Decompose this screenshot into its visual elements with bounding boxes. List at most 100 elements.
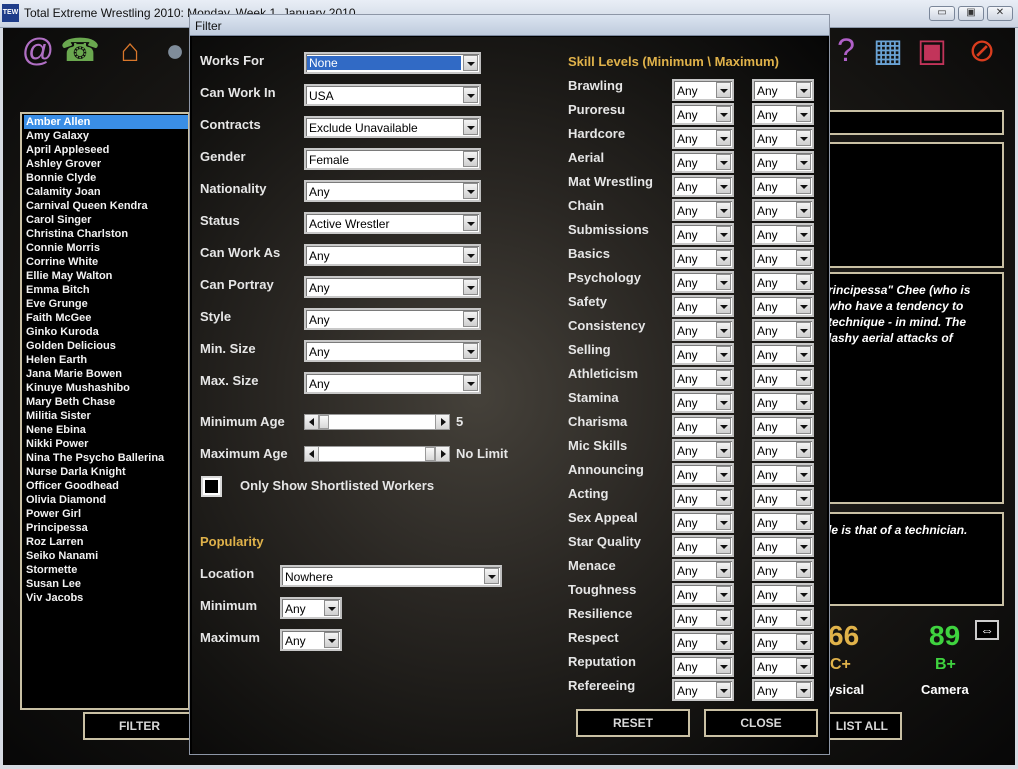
close-button[interactable]: CLOSE [704, 709, 818, 737]
worker-list-item[interactable]: Bonnie Clyde [24, 171, 188, 185]
worker-list-item[interactable]: Power Girl [24, 507, 188, 521]
person-icon[interactable]: ● [155, 30, 195, 70]
skill-min-select-star-quality[interactable]: Any [672, 535, 734, 557]
worker-list-item[interactable]: Seiko Nanami [24, 549, 188, 563]
skill-min-select-safety[interactable]: Any [672, 295, 734, 317]
worker-list-item[interactable]: Roz Larren [24, 535, 188, 549]
filter-button[interactable]: FILTER [83, 712, 196, 740]
skill-max-select-psychology[interactable]: Any [752, 271, 814, 293]
skill-min-select-announcing[interactable]: Any [672, 463, 734, 485]
can-work-as-select[interactable]: Any [304, 244, 481, 266]
skill-min-select-reputation[interactable]: Any [672, 655, 734, 677]
list-all-button[interactable]: LIST ALL [826, 712, 902, 740]
status-select[interactable]: Active Wrestler [304, 212, 481, 234]
worker-list-item[interactable]: Eve Grunge [24, 297, 188, 311]
worker-list-item[interactable]: Helen Earth [24, 353, 188, 367]
skill-max-select-menace[interactable]: Any [752, 559, 814, 581]
worker-list-item[interactable]: Ashley Grover [24, 157, 188, 171]
max-size-select[interactable]: Any [304, 372, 481, 394]
worker-list-item[interactable]: Corrine White [24, 255, 188, 269]
worker-list-item[interactable]: Carnival Queen Kendra [24, 199, 188, 213]
can-work-in-select[interactable]: USA [304, 84, 481, 106]
shortlist-checkbox[interactable] [201, 476, 222, 497]
skill-max-select-toughness[interactable]: Any [752, 583, 814, 605]
skill-max-select-acting[interactable]: Any [752, 487, 814, 509]
skill-max-select-safety[interactable]: Any [752, 295, 814, 317]
worker-list-item[interactable]: Faith McGee [24, 311, 188, 325]
pop-minimum-select[interactable]: Any [280, 597, 342, 619]
can-portray-select[interactable]: Any [304, 276, 481, 298]
worker-list-item[interactable]: Kinuye Mushashibo [24, 381, 188, 395]
skill-max-select-resilience[interactable]: Any [752, 607, 814, 629]
skill-max-select-submissions[interactable]: Any [752, 223, 814, 245]
min-age-slider-thumb[interactable] [319, 415, 329, 429]
worker-list-item[interactable]: Olivia Diamond [24, 493, 188, 507]
skill-min-select-hardcore[interactable]: Any [672, 127, 734, 149]
min-size-select[interactable]: Any [304, 340, 481, 362]
save-disk-icon[interactable]: ▦ [868, 30, 908, 70]
skill-min-select-submissions[interactable]: Any [672, 223, 734, 245]
stop-icon[interactable]: ⊘ [962, 30, 1002, 70]
skill-max-select-respect[interactable]: Any [752, 631, 814, 653]
worker-list-item[interactable]: Nene Ebina [24, 423, 188, 437]
worker-list[interactable]: Amber Allen Amy Galaxy April Appleseed Ashl… [20, 112, 190, 710]
skill-min-select-resilience[interactable]: Any [672, 607, 734, 629]
worker-list-item[interactable]: Emma Bitch [24, 283, 188, 297]
worker-list-item[interactable]: Connie Morris [24, 241, 188, 255]
skill-max-select-sex-appeal[interactable]: Any [752, 511, 814, 533]
worker-list-item[interactable]: Amber Allen [24, 115, 188, 129]
worker-list-item[interactable]: Jana Marie Bowen [24, 367, 188, 381]
skill-min-select-basics[interactable]: Any [672, 247, 734, 269]
worker-list-item[interactable]: Carol Singer [24, 213, 188, 227]
skill-min-select-athleticism[interactable]: Any [672, 367, 734, 389]
skill-max-select-selling[interactable]: Any [752, 343, 814, 365]
skill-min-select-aerial[interactable]: Any [672, 151, 734, 173]
contracts-select[interactable]: Exclude Unavailable [304, 116, 481, 138]
home-icon[interactable]: ⌂ [110, 30, 150, 70]
at-icon[interactable]: @ [18, 30, 58, 70]
skill-max-select-consistency[interactable]: Any [752, 319, 814, 341]
skill-max-select-chain[interactable]: Any [752, 199, 814, 221]
worker-list-item[interactable]: Nurse Darla Knight [24, 465, 188, 479]
skill-max-select-announcing[interactable]: Any [752, 463, 814, 485]
help-icon[interactable]: ? [826, 30, 866, 70]
worker-list-item[interactable]: Mary Beth Chase [24, 395, 188, 409]
works-for-select[interactable]: None [304, 52, 481, 74]
max-age-slider[interactable] [304, 446, 450, 462]
max-age-right-arrow-icon[interactable] [435, 447, 449, 461]
skill-min-select-puroresu[interactable]: Any [672, 103, 734, 125]
skill-max-select-athleticism[interactable]: Any [752, 367, 814, 389]
close-window-button[interactable]: ✕ [987, 6, 1013, 21]
skill-min-select-stamina[interactable]: Any [672, 391, 734, 413]
swap-icon[interactable]: ⇔ [975, 620, 999, 640]
skill-max-select-reputation[interactable]: Any [752, 655, 814, 677]
nationality-select[interactable]: Any [304, 180, 481, 202]
skill-max-select-puroresu[interactable]: Any [752, 103, 814, 125]
skill-max-select-mic-skills[interactable]: Any [752, 439, 814, 461]
skill-min-select-consistency[interactable]: Any [672, 319, 734, 341]
skill-max-select-stamina[interactable]: Any [752, 391, 814, 413]
worker-list-item[interactable]: Golden Delicious [24, 339, 188, 353]
max-age-left-arrow-icon[interactable] [305, 447, 319, 461]
worker-list-item[interactable]: Nina The Psycho Ballerina [24, 451, 188, 465]
max-age-slider-thumb[interactable] [425, 447, 435, 461]
min-age-right-arrow-icon[interactable] [435, 415, 449, 429]
worker-list-item[interactable]: Nikki Power [24, 437, 188, 451]
skill-max-select-charisma[interactable]: Any [752, 415, 814, 437]
worker-list-item[interactable]: April Appleseed [24, 143, 188, 157]
worker-list-item[interactable]: Officer Goodhead [24, 479, 188, 493]
skill-max-select-refereeing[interactable]: Any [752, 679, 814, 701]
skill-max-select-aerial[interactable]: Any [752, 151, 814, 173]
worker-list-item[interactable]: Stormette [24, 563, 188, 577]
skill-min-select-toughness[interactable]: Any [672, 583, 734, 605]
min-age-left-arrow-icon[interactable] [305, 415, 319, 429]
location-select[interactable]: Nowhere [280, 565, 502, 587]
worker-list-item[interactable]: Militia Sister [24, 409, 188, 423]
skill-min-select-selling[interactable]: Any [672, 343, 734, 365]
skill-max-select-basics[interactable]: Any [752, 247, 814, 269]
maximize-button[interactable]: ▣ [958, 6, 984, 21]
skill-min-select-sex-appeal[interactable]: Any [672, 511, 734, 533]
worker-list-item[interactable]: Principessa [24, 521, 188, 535]
skill-min-select-charisma[interactable]: Any [672, 415, 734, 437]
style-select[interactable]: Any [304, 308, 481, 330]
